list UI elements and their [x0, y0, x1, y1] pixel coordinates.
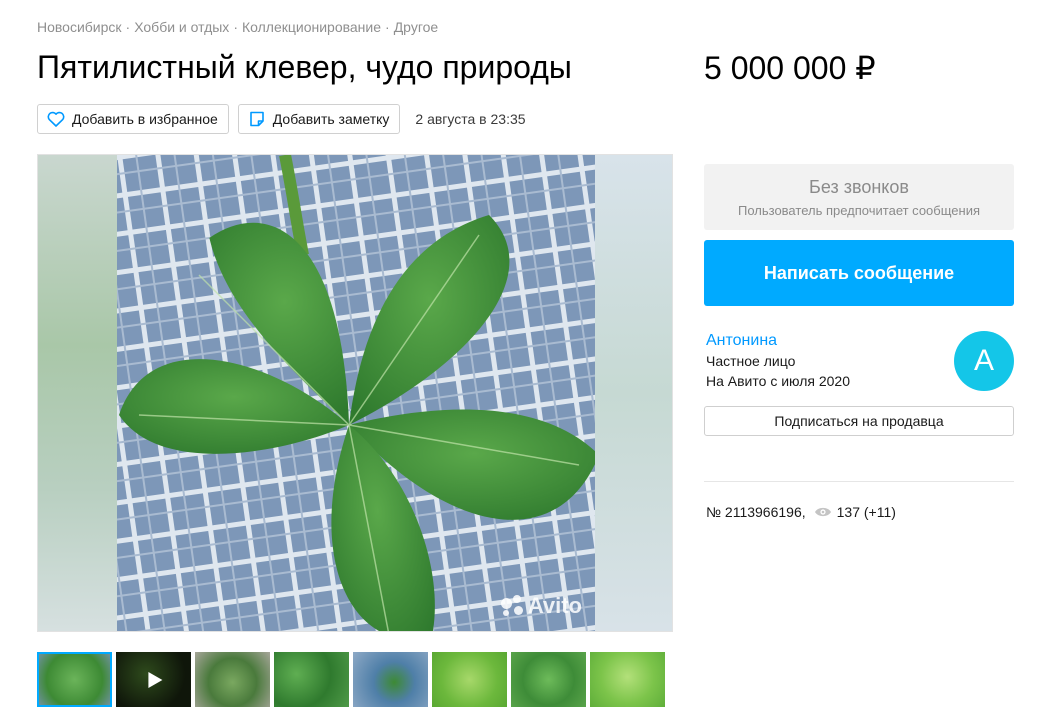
- item-price: 5 000 000 ₽: [704, 50, 876, 86]
- play-icon: [147, 671, 162, 688]
- no-calls-title: Без звонков: [809, 177, 909, 197]
- publish-date: 2 августа в 23:35: [415, 111, 526, 127]
- breadcrumb-separator: ·: [233, 19, 238, 35]
- thumbnail[interactable]: [37, 652, 112, 707]
- thumbnail[interactable]: [432, 652, 507, 707]
- item-actions: Добавить в избранное Добавить заметку 2 …: [37, 104, 526, 134]
- note-icon: [247, 109, 267, 129]
- subscribe-seller-button[interactable]: Подписаться на продавца: [704, 406, 1014, 436]
- heart-icon: [46, 109, 66, 129]
- gallery-blur-right: [592, 155, 672, 631]
- breadcrumb-separator: ·: [125, 19, 131, 35]
- add-note-label: Добавить заметку: [272, 111, 390, 127]
- thumbnail[interactable]: [195, 652, 270, 707]
- divider: [704, 481, 1014, 482]
- thumbnail[interactable]: [353, 652, 428, 707]
- breadcrumb-subcategory[interactable]: Коллекционирование: [242, 19, 381, 35]
- breadcrumb-leaf[interactable]: Другое: [394, 19, 438, 35]
- no-calls-notice: Без звонков Пользователь предпочитает со…: [704, 164, 1014, 230]
- eye-icon: [814, 506, 832, 518]
- item-number: № 2113966196,: [706, 504, 806, 520]
- avito-logo: Avito: [499, 593, 582, 619]
- breadcrumb-category[interactable]: Хобби и отдых: [134, 19, 229, 35]
- add-note-button[interactable]: Добавить заметку: [237, 104, 401, 134]
- add-to-favorites-button[interactable]: Добавить в избранное: [37, 104, 229, 134]
- seller-since: На Авито с июля 2020: [706, 373, 850, 389]
- thumbnail-strip: [37, 652, 669, 707]
- seller-type: Частное лицо: [706, 353, 796, 369]
- write-message-button[interactable]: Написать сообщение: [704, 240, 1014, 306]
- video-thumbnail[interactable]: [116, 652, 191, 707]
- thumbnail[interactable]: [590, 652, 665, 707]
- seller-name-link[interactable]: Антонина: [706, 332, 777, 350]
- add-to-favorites-label: Добавить в избранное: [72, 111, 218, 127]
- views-count: 137 (+11): [836, 504, 896, 520]
- watermark-text: Avito: [527, 593, 582, 618]
- breadcrumb-separator: ·: [385, 19, 390, 35]
- no-calls-subtitle: Пользователь предпочитает сообщения: [737, 203, 980, 218]
- avatar[interactable]: А: [954, 331, 1014, 391]
- photo-gallery[interactable]: Avito: [37, 154, 673, 632]
- gallery-blur-left: [38, 155, 118, 631]
- thumbnail[interactable]: [274, 652, 349, 707]
- breadcrumb-city[interactable]: Новосибирск: [37, 19, 122, 35]
- avito-logo-dots: [499, 595, 525, 617]
- main-photo[interactable]: [117, 155, 595, 632]
- page-title: Пятилистный клевер, чудо природы: [37, 49, 572, 85]
- item-meta: № 2113966196, 137 (+11): [706, 504, 896, 520]
- thumbnail[interactable]: [511, 652, 586, 707]
- breadcrumb: Новосибирск · Хобби и отдых · Коллекциониров…: [37, 19, 438, 35]
